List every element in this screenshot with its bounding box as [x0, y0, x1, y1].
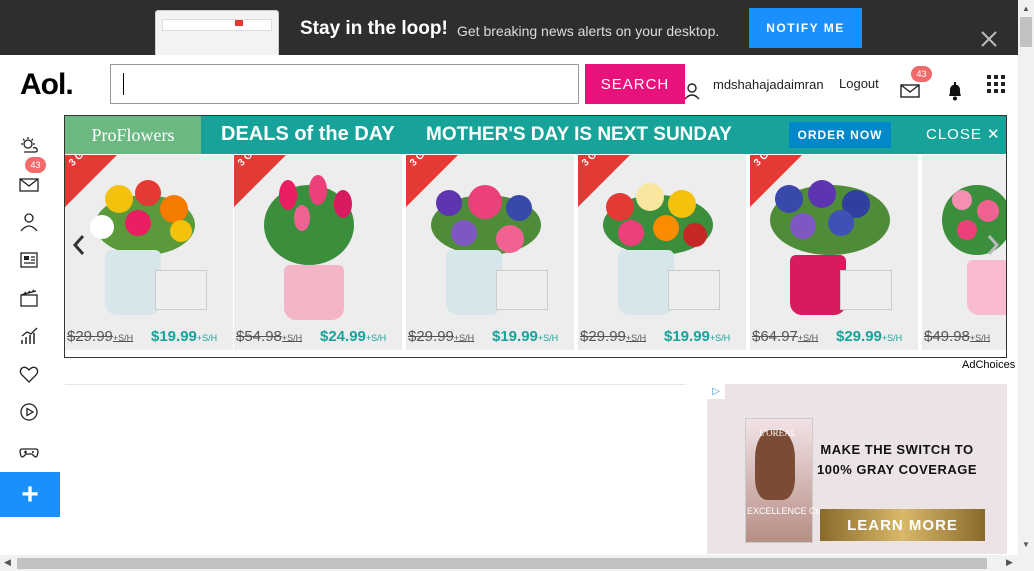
old-price: $29.99	[67, 328, 113, 345]
old-price: $64.97	[752, 328, 798, 345]
sidebar-mail-count-badge: 43	[25, 157, 46, 173]
product-card[interactable]: 3 Gifts in 1 $64.97+S/H $29.99+S/H	[750, 155, 918, 350]
adchoices-link[interactable]: AdChoices	[962, 359, 1015, 371]
deals-of-the-day: DEALS of the DAY	[221, 123, 395, 145]
new-price: $29.99	[836, 328, 882, 345]
user-icon[interactable]	[683, 82, 701, 100]
movies-icon[interactable]	[18, 287, 40, 309]
bell-icon[interactable]	[946, 81, 964, 101]
scroll-up-arrow-icon[interactable]: ▲	[1022, 4, 1030, 13]
carousel-prev-arrow-icon[interactable]	[71, 234, 87, 256]
ad-message: MAKE THE SWITCH TO 100% GRAY COVERAGE	[817, 442, 978, 477]
notification-subtitle: Get breaking news alerts on your desktop…	[457, 23, 720, 39]
new-sh: +S/H	[365, 333, 387, 343]
old-sh: +S/H	[453, 333, 475, 343]
order-now-button[interactable]: ORDER NOW	[789, 122, 891, 148]
product-card[interactable]: 3 Gifts in 1 $54.98+S/H $24.99+S/H	[234, 155, 402, 350]
scrollbar-thumb[interactable]	[1020, 17, 1032, 47]
notification-banner: Stay in the loop! Get breaking news aler…	[0, 0, 1018, 55]
product-card[interactable]: 3 Gifts in 1 $29.99+S/H $19.99+S/H	[406, 155, 574, 350]
adchoices-icon[interactable]: ▷	[707, 384, 725, 399]
old-sh: +S/H	[281, 333, 303, 343]
old-price: $29.99	[580, 328, 626, 345]
old-sh: +S/H	[625, 333, 647, 343]
new-price: $24.99	[320, 328, 366, 345]
logout-link[interactable]: Logout	[839, 76, 879, 91]
old-sh: +S/H	[969, 333, 991, 343]
close-icon[interactable]	[980, 30, 998, 48]
games-controller-icon[interactable]	[18, 441, 40, 463]
text-caret	[123, 73, 124, 95]
search-input[interactable]	[110, 64, 579, 104]
new-price: $19.99	[492, 328, 538, 345]
weather-icon[interactable]	[18, 135, 40, 157]
proflowers-ad[interactable]: ProFlowers DEALS of the DAY MOTHER'S DAY…	[64, 115, 1007, 358]
video-play-icon[interactable]	[18, 401, 40, 423]
finance-icon[interactable]	[18, 325, 40, 347]
new-price: $19.99	[151, 328, 197, 345]
new-sh: +S/H	[537, 333, 559, 343]
profile-icon[interactable]	[18, 211, 40, 233]
old-sh: +S/H	[797, 333, 819, 343]
scroll-right-arrow-icon[interactable]: ▶	[1006, 557, 1013, 568]
ad-close-button[interactable]: CLOSE ✕	[926, 125, 1001, 143]
scroll-left-arrow-icon[interactable]: ◀	[4, 557, 11, 568]
username-link[interactable]: mdshahajadaimran	[713, 77, 824, 92]
notification-preview-image	[155, 10, 279, 55]
old-price: $29.99	[408, 328, 454, 345]
mothers-day-headline: MOTHER'S DAY IS NEXT SUNDAY	[426, 124, 732, 145]
new-price: $19.99	[664, 328, 710, 345]
product-card[interactable]: 3 Gifts in 1 $29.99+S/H $19.99+S/H	[578, 155, 746, 350]
old-price: $49.98	[924, 328, 970, 345]
lifestyle-heart-icon[interactable]	[18, 363, 40, 385]
vertical-scrollbar[interactable]: ▲ ▼	[1018, 0, 1034, 571]
notification-title: Stay in the loop!	[300, 18, 448, 39]
proflowers-logo[interactable]: ProFlowers	[65, 116, 201, 154]
old-price: $54.98	[236, 328, 282, 345]
aol-homepage: Stay in the loop! Get breaking news aler…	[0, 0, 1034, 571]
aol-logo[interactable]: Aol.	[20, 68, 74, 102]
new-sh: +S/H	[709, 333, 731, 343]
mail-count-badge: 43	[911, 66, 932, 82]
content-divider	[65, 384, 685, 385]
loreal-brand: L'ORÉAL	[759, 428, 797, 438]
apps-grid-icon[interactable]	[986, 74, 1006, 94]
new-sh: +S/H	[196, 333, 218, 343]
notify-me-button[interactable]: NOTIFY ME	[749, 8, 862, 48]
scrollbar-thumb[interactable]	[17, 558, 987, 569]
news-icon[interactable]	[18, 249, 40, 271]
search-button[interactable]: SEARCH	[585, 64, 685, 104]
mail-icon[interactable]	[900, 84, 920, 98]
old-sh: +S/H	[112, 333, 134, 343]
new-sh: +S/H	[881, 333, 903, 343]
learn-more-button[interactable]: LEARN MORE	[820, 509, 985, 541]
add-shortcut-button[interactable]: +	[0, 472, 60, 517]
product-card[interactable]: 3 Gifts in 1 $29.99+S/H $19.99+S/H	[65, 155, 233, 350]
carousel-next-arrow-icon[interactable]	[985, 234, 1001, 256]
loreal-ad[interactable]: ▷ L'ORÉAL EXCELLENCE Crème MAKE THE SWIT…	[707, 384, 1007, 554]
horizontal-scrollbar[interactable]: ◀ ▶	[0, 555, 1018, 571]
scroll-down-arrow-icon[interactable]: ▼	[1022, 540, 1030, 549]
model-image	[755, 430, 795, 500]
mail-icon[interactable]	[18, 174, 40, 196]
